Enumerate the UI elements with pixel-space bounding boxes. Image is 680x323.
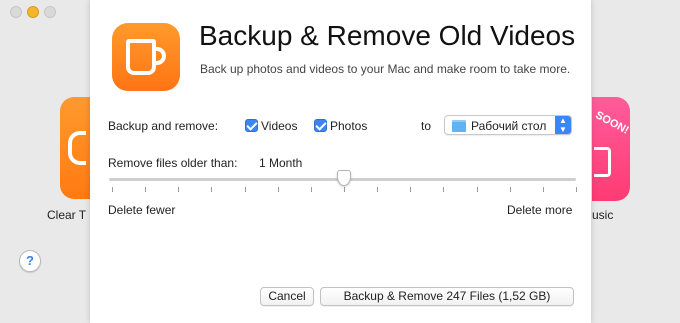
videos-checkbox[interactable] — [245, 119, 258, 132]
zoom-window-button[interactable] — [44, 6, 56, 18]
minimize-window-button[interactable] — [27, 6, 39, 18]
slider-tick — [310, 187, 312, 192]
slider-tick — [542, 187, 544, 192]
slider-tick — [178, 187, 180, 192]
cancel-button[interactable]: Cancel — [260, 287, 314, 306]
slider-tick — [277, 187, 279, 192]
remove-older-value: 1 Month — [259, 156, 303, 170]
videos-label[interactable]: Videos — [261, 119, 297, 133]
slider-tick — [112, 187, 113, 192]
slider-tick — [576, 187, 577, 192]
remove-older-label: Remove files older than: — [108, 156, 238, 170]
photos-checkbox[interactable] — [314, 119, 327, 132]
delete-fewer-label: Delete fewer — [108, 203, 176, 217]
dialog-title: Backup & Remove Old Videos — [199, 20, 576, 51]
slider-tick — [211, 187, 213, 192]
dialog-subtitle: Back up photos and videos to your Mac an… — [200, 62, 571, 76]
destination-dropdown[interactable]: Рабочий стол ▲ ▼ — [444, 115, 572, 135]
background-app-icon-right[interactable]: SOON! — [592, 97, 631, 201]
bag-icon — [594, 147, 611, 177]
destination-value: Рабочий стол — [471, 119, 547, 133]
backup-dialog: Backup & Remove Old Videos Back up photo… — [90, 0, 591, 323]
slider-tick — [410, 187, 412, 192]
cup-icon — [112, 23, 180, 91]
help-button[interactable]: ? — [19, 250, 41, 272]
soon-badge: SOON! — [593, 109, 631, 137]
slider-tick — [377, 187, 379, 192]
backup-remove-label: Backup and remove: — [108, 119, 219, 133]
background-app-label-left: Clear T — [47, 208, 87, 222]
to-label: to — [421, 119, 432, 133]
slider-tick — [344, 187, 345, 192]
slider-tick — [145, 187, 147, 192]
close-window-button[interactable] — [10, 6, 22, 18]
age-slider-knob[interactable] — [337, 170, 351, 186]
delete-more-label: Delete more — [507, 203, 573, 217]
slider-tick — [443, 187, 445, 192]
chevron-up-down-icon: ▲ ▼ — [555, 116, 571, 134]
slider-tick — [509, 187, 511, 192]
photos-label[interactable]: Photos — [330, 119, 367, 133]
background-app-label-right: usic — [592, 208, 614, 222]
folder-icon — [452, 120, 466, 132]
cup-icon — [68, 131, 86, 165]
slider-tick — [476, 187, 478, 192]
slider-tick — [244, 187, 246, 192]
backup-remove-button[interactable]: Backup & Remove 247 Files (1,52 GB) — [320, 287, 574, 306]
